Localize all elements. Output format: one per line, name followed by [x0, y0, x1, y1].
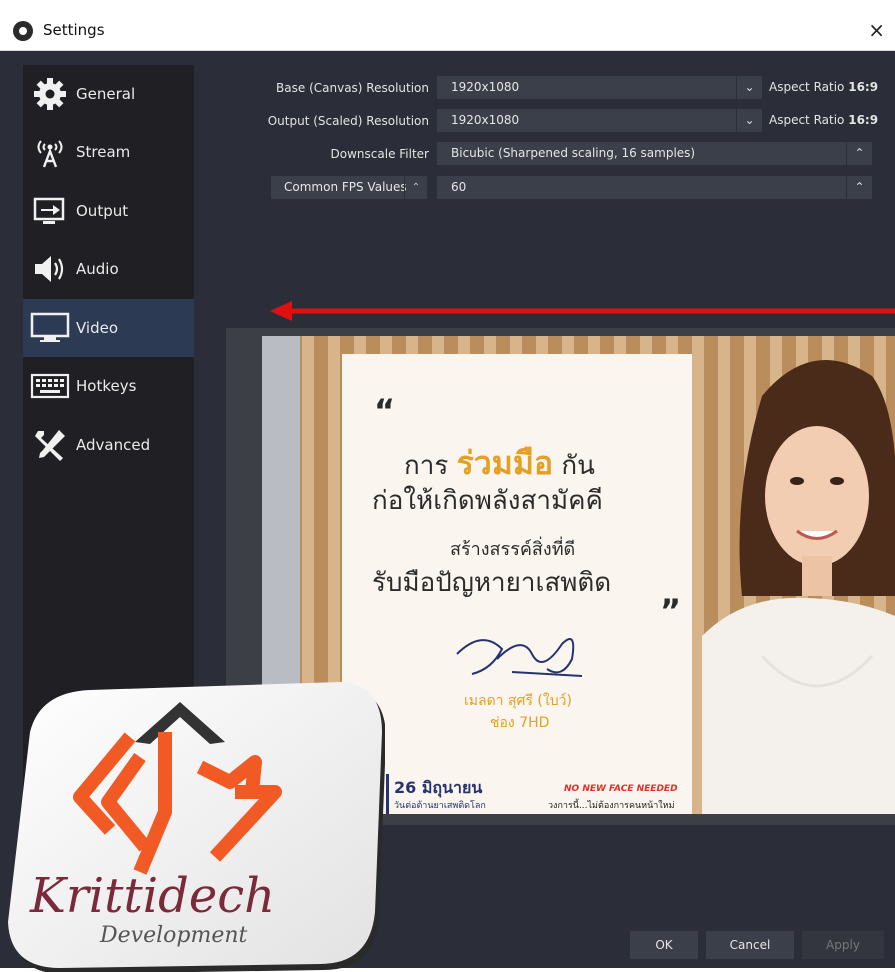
sidebar-item-label: General: [76, 85, 136, 103]
spin-arrows-icon: ⌃: [846, 142, 872, 165]
tools-icon: [28, 428, 72, 462]
close-icon[interactable]: ×: [868, 18, 885, 42]
window-title: Settings: [43, 21, 105, 39]
sidebar-item-label: Hotkeys: [76, 377, 137, 395]
fps-type-label: Common FPS Values: [284, 180, 407, 194]
event-name: วันต่อต้านยาเสพติดโลก: [394, 801, 486, 811]
fps-type-select[interactable]: Common FPS Values ⌃: [271, 176, 427, 199]
quote-line-3: สร้างสรรค์สิ่งที่ดี: [450, 539, 576, 560]
sidebar-item-label: Advanced: [76, 436, 151, 454]
fps-value: 60: [451, 180, 467, 194]
signature-image: [456, 638, 583, 677]
krittidech-logo-watermark: Krittidech Development: [8, 682, 385, 972]
woman-portrait-image: [702, 360, 895, 814]
base-resolution-label: Base (Canvas) Resolution: [276, 81, 429, 95]
downscale-filter-select[interactable]: Bicubic (Sharpened scaling, 16 samples) …: [437, 142, 872, 165]
chevron-down-icon: ⌄: [736, 109, 762, 132]
output-aspect-ratio: Aspect Ratio 16:9: [769, 113, 879, 127]
campaign-subtitle: วงการนี้...ไม่ต้องการคนหน้าใหม่: [548, 801, 675, 811]
speaker-icon: [28, 252, 72, 286]
sidebar-item-label: Output: [76, 202, 129, 220]
quote-line-4: รับมือปัญหายาเสพติด: [372, 568, 612, 598]
sidebar-item-general[interactable]: General: [23, 65, 194, 123]
downscale-filter-label: Downscale Filter: [330, 147, 429, 161]
base-aspect-ratio: Aspect Ratio 16:9: [769, 80, 879, 94]
speaker-channel: ช่อง 7HD: [490, 715, 550, 731]
monitor-icon: [28, 311, 72, 345]
sidebar-item-advanced[interactable]: Advanced: [23, 416, 194, 474]
fps-value-select[interactable]: 60 ⌃: [437, 176, 872, 199]
output-resolution-value: 1920x1080: [451, 113, 520, 127]
date-divider: [386, 774, 389, 814]
sidebar-item-video[interactable]: Video: [23, 299, 194, 357]
sidebar-item-output[interactable]: Output: [23, 182, 194, 240]
sidebar-item-hotkeys[interactable]: Hotkeys: [23, 357, 194, 415]
sidebar-item-label: Stream: [76, 143, 131, 161]
spin-arrows-icon: ⌃: [404, 176, 427, 199]
output-resolution-label: Output (Scaled) Resolution: [267, 114, 429, 128]
logo-text-sub: Development: [99, 923, 248, 948]
quote-line-2: ก่อให้เกิดพลังสามัคคี: [372, 486, 603, 516]
base-resolution-select[interactable]: 1920x1080 ⌄: [437, 76, 762, 99]
output-icon: [28, 194, 72, 228]
chevron-down-icon: ⌄: [736, 76, 762, 99]
title-bar: Settings ×: [0, 0, 895, 51]
downscale-filter-value: Bicubic (Sharpened scaling, 16 samples): [451, 146, 696, 160]
broadcast-icon: [28, 135, 72, 169]
spin-arrows-icon: ⌃: [846, 176, 872, 199]
quote-open: “: [374, 392, 396, 430]
red-arrow-annotation: [270, 301, 895, 321]
output-resolution-select[interactable]: 1920x1080 ⌄: [437, 109, 762, 132]
cancel-button[interactable]: Cancel: [706, 931, 794, 959]
obs-app-icon: [13, 21, 33, 41]
quote-close: ”: [660, 592, 682, 630]
sidebar-item-label: Video: [76, 319, 119, 337]
sidebar-item-audio[interactable]: Audio: [23, 240, 194, 298]
apply-button[interactable]: Apply: [802, 931, 884, 959]
sidebar-item-label: Audio: [76, 260, 119, 278]
speaker-name: เมลดา สุศรี (ใบว์): [464, 693, 572, 709]
sidebar-item-stream[interactable]: Stream: [23, 123, 194, 181]
keyboard-icon: [28, 369, 72, 403]
campaign-slogan: NO NEW FACE NEEDED: [564, 784, 678, 794]
quote-card: “ การ ร่วมมือ กัน ก่อให้เกิดพลังสามัคคี …: [342, 354, 692, 814]
logo-text-main: Krittidech: [29, 868, 275, 924]
ok-button[interactable]: OK: [630, 931, 698, 959]
gear-icon: [28, 77, 72, 111]
base-resolution-value: 1920x1080: [451, 80, 520, 94]
